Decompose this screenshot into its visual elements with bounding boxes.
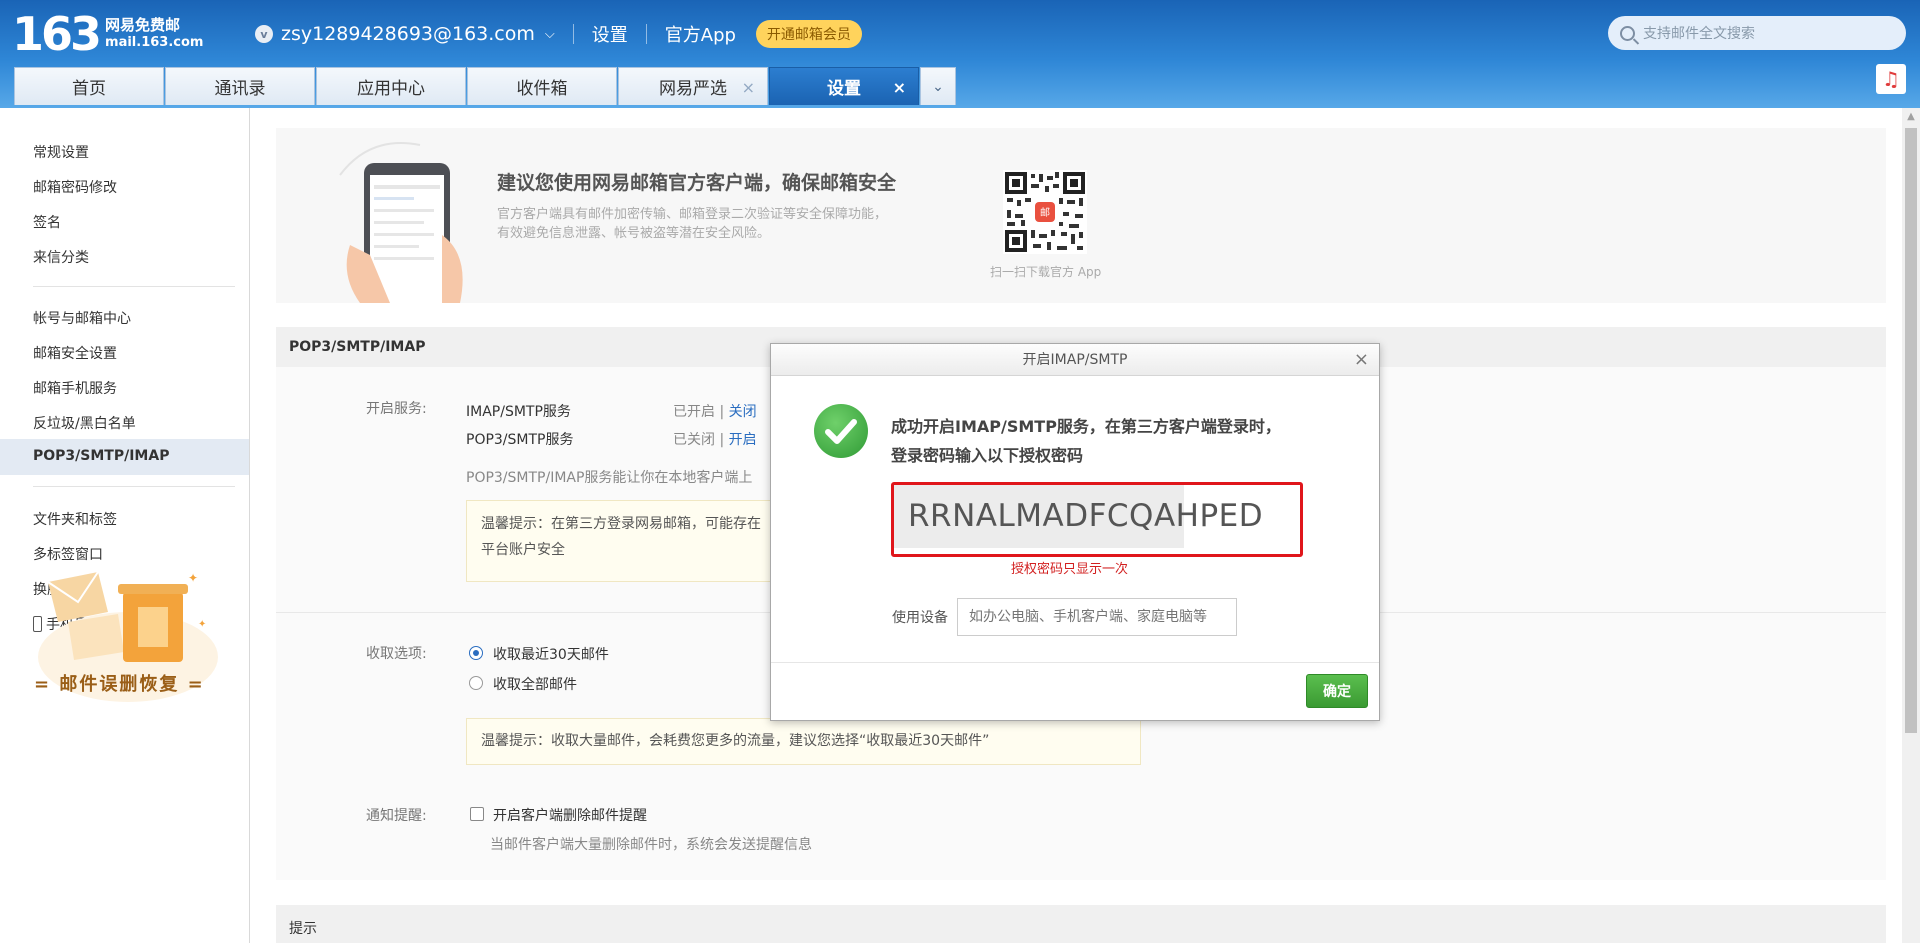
- tab-contacts[interactable]: 通讯录: [165, 67, 315, 105]
- receive-30-days-radio[interactable]: [469, 646, 483, 660]
- banner-title: 建议您使用网易邮箱官方客户端，确保邮箱安全: [497, 172, 897, 194]
- confirm-button[interactable]: 确定: [1306, 674, 1368, 708]
- promo-title[interactable]: = 邮件误删恢复 =: [34, 670, 205, 696]
- svg-text:✦: ✦: [188, 571, 198, 585]
- logo-title: 网易免费邮: [105, 16, 181, 34]
- imap-close-link[interactable]: 关闭: [729, 404, 757, 420]
- tab-yanxuan[interactable]: 网易严选 ×: [618, 67, 768, 105]
- svg-text:邮: 邮: [1040, 206, 1050, 219]
- hint-section-header: [276, 905, 1886, 943]
- device-label: 使用设备: [892, 610, 948, 626]
- account-email[interactable]: zsy1289428693@163.com: [281, 23, 535, 45]
- svg-text:✦: ✦: [198, 619, 206, 630]
- sidebar-item-antispam[interactable]: 反垃圾/黑白名单: [33, 413, 136, 433]
- imap-success-dialog: 开启IMAP/SMTP × 成功开启IMAP/SMTP服务，在第三方客户端登录时…: [770, 343, 1380, 721]
- vip-level-icon: v: [255, 25, 273, 43]
- phone-illustration: [339, 142, 463, 303]
- close-icon[interactable]: ×: [1354, 344, 1369, 376]
- tab-inbox[interactable]: 收件箱: [467, 67, 617, 105]
- pop3-service-name: POP3/SMTP服务: [466, 432, 574, 448]
- pop3-open-link[interactable]: 开启: [729, 432, 757, 448]
- sidebar-divider: [33, 486, 235, 487]
- logo-domain: mail.163.com: [105, 35, 204, 50]
- device-input[interactable]: [957, 598, 1237, 636]
- search-input[interactable]: 支持邮件全文搜索: [1608, 16, 1906, 50]
- qr-code: 邮: [1003, 170, 1087, 254]
- logo-number: 163: [12, 7, 102, 61]
- success-check-icon: [814, 404, 868, 458]
- account-bar: v zsy1289428693@163.com ⌵ 设置 官方App 开通邮箱会…: [255, 20, 862, 48]
- status-divider: |: [719, 404, 725, 420]
- security-tip: 温馨提示：在第三方登录网易邮箱，可能存在 平台账户安全: [466, 500, 786, 582]
- header-separator: [572, 24, 574, 44]
- sidebar-item-signature[interactable]: 签名: [33, 212, 61, 232]
- tab-bar: 首页 通讯录 应用中心 收件箱 网易严选 × 设置 × ⌄: [14, 67, 956, 105]
- sidebar-item-password[interactable]: 邮箱密码修改: [33, 177, 117, 197]
- hint-section-title: 提示: [289, 921, 317, 937]
- imap-status: 已开启: [673, 404, 715, 420]
- sidebar-item-pop3[interactable]: POP3/SMTP/IMAP: [33, 448, 169, 464]
- highlight-frame: [891, 482, 1303, 557]
- search-placeholder: 支持邮件全文搜索: [1643, 26, 1755, 42]
- receive-label: 收取选项:: [366, 646, 427, 662]
- banner-description: 官方客户端具有邮件加密传输、邮箱登录二次验证等安全保障功能，有效避免信息泄露、帐…: [497, 207, 888, 241]
- sidebar-item-folders[interactable]: 文件夹和标签: [33, 509, 117, 529]
- top-header: 163 网易免费邮 mail.163.com v zsy1289428693@1…: [0, 0, 1920, 108]
- scroll-up-icon[interactable]: ▲: [1902, 108, 1920, 126]
- notify-checkbox[interactable]: [470, 807, 484, 821]
- auth-code-note: 授权密码只显示一次: [1011, 562, 1129, 577]
- dialog-header: 开启IMAP/SMTP ×: [771, 344, 1379, 376]
- imap-service-name: IMAP/SMTP服务: [466, 404, 571, 420]
- notify-option-label[interactable]: 开启客户端删除邮件提醒: [493, 805, 647, 825]
- dialog-message: 成功开启IMAP/SMTP服务，在第三方客户端登录时，登录密码输入以下授权密码: [891, 417, 1281, 465]
- tab-home[interactable]: 首页: [14, 67, 164, 105]
- pop3-status: 已关闭: [673, 432, 715, 448]
- security-tip-line: 温馨提示：在第三方登录网易邮箱，可能存在: [481, 516, 761, 532]
- sidebar-item-security[interactable]: 邮箱安全设置: [33, 343, 117, 363]
- service-description: POP3/SMTP/IMAP服务能让你在本地客户端上: [466, 470, 753, 486]
- service-label: 开启服务:: [366, 401, 427, 417]
- sidebar-item-account-center[interactable]: 帐号与邮箱中心: [33, 308, 131, 328]
- close-icon[interactable]: ×: [893, 78, 906, 97]
- tab-settings[interactable]: 设置 ×: [769, 67, 919, 105]
- sidebar-item-phone-service[interactable]: 邮箱手机服务: [33, 378, 117, 398]
- dialog-footer-divider: [771, 662, 1379, 663]
- header-separator: [645, 24, 647, 44]
- tab-apps[interactable]: 应用中心: [316, 67, 466, 105]
- chevron-down-icon[interactable]: ⌵: [545, 27, 555, 42]
- sidebar-item-general[interactable]: 常规设置: [33, 142, 89, 162]
- receive-30-days-label[interactable]: 收取最近30天邮件: [493, 644, 609, 664]
- logo[interactable]: 163 网易免费邮 mail.163.com: [12, 10, 203, 58]
- receive-all-radio[interactable]: [469, 676, 483, 690]
- notify-label: 通知提醒:: [366, 808, 427, 824]
- search-icon: [1620, 25, 1635, 41]
- scrollbar-thumb[interactable]: [1905, 128, 1917, 733]
- security-tip-line: 平台账户安全: [481, 542, 565, 558]
- settings-link[interactable]: 设置: [592, 21, 628, 47]
- sidebar-divider: [33, 286, 235, 287]
- receive-all-label[interactable]: 收取全部邮件: [493, 674, 577, 694]
- section-title: POP3/SMTP/IMAP: [289, 339, 426, 355]
- receive-tip: 温馨提示：收取大量邮件，会耗费您更多的流量，建议您选择“收取最近30天邮件”: [466, 718, 1141, 765]
- app-link[interactable]: 官方App: [665, 21, 736, 47]
- vip-button[interactable]: 开通邮箱会员: [755, 20, 862, 48]
- notify-description: 当邮件客户端大量删除邮件时，系统会发送提醒信息: [490, 837, 812, 853]
- close-icon[interactable]: ×: [742, 78, 755, 97]
- music-icon[interactable]: ♫: [1876, 64, 1906, 94]
- imap-status-row: 已开启 | 关闭: [673, 401, 757, 421]
- pop3-status-row: 已关闭 | 开启: [673, 429, 757, 449]
- sidebar-item-classify[interactable]: 来信分类: [33, 247, 89, 267]
- chevron-down-icon[interactable]: ⌄: [920, 67, 956, 105]
- dialog-title: 开启IMAP/SMTP: [1022, 352, 1128, 368]
- qr-caption: 扫一扫下载官方 App: [990, 265, 1102, 279]
- status-divider: |: [719, 432, 725, 448]
